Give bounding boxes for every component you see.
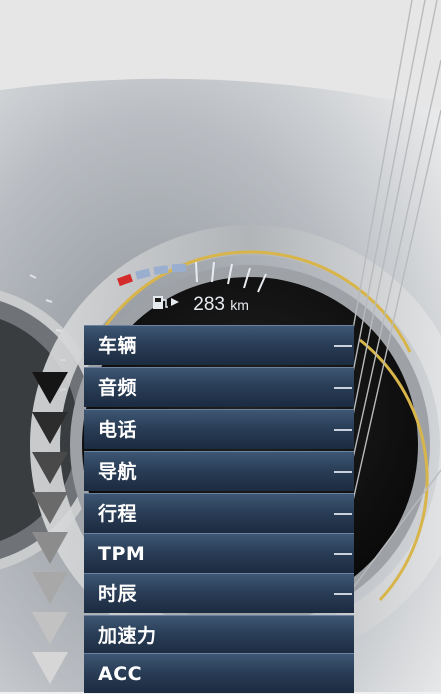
menu-item-label: ACC xyxy=(98,663,143,685)
fuel-range-readout: 283 km xyxy=(152,292,249,318)
menu-item-audio[interactable]: 音频 xyxy=(84,367,354,407)
menu-item-label: 行程 xyxy=(98,503,138,525)
callout-tick xyxy=(334,513,352,515)
menu-item-phone[interactable]: 电话 xyxy=(84,409,354,449)
range-value: 283 xyxy=(193,294,225,316)
menu-item-label: 导航 xyxy=(98,461,138,483)
menu-item-clock[interactable]: 时辰 xyxy=(84,573,354,613)
menu-item-trip[interactable]: 行程 xyxy=(84,493,354,533)
menu-item-acc[interactable]: ACC xyxy=(84,653,354,693)
menu-item-label: 电话 xyxy=(98,419,138,441)
menu-item-label: 音频 xyxy=(98,377,138,399)
menu-item-label: TPM xyxy=(98,543,146,565)
callout-tick xyxy=(334,593,352,595)
callout-tick xyxy=(334,429,352,431)
menu-item-vehicle[interactable]: 车辆 xyxy=(84,325,354,365)
menu-item-navigation[interactable]: 导航 xyxy=(84,451,354,491)
range-unit: km xyxy=(230,297,249,314)
menu-item-g-force[interactable]: 加速力 xyxy=(84,615,354,655)
menu-item-label: 时辰 xyxy=(98,583,138,605)
menu-item-label: 加速力 xyxy=(98,625,157,647)
callout-tick xyxy=(334,345,352,347)
callout-tick xyxy=(334,387,352,389)
instrument-cluster-illustration: 283 km 车辆 音频 电话 导航 行程 TPM 时辰 加速力 ACC xyxy=(0,0,441,693)
menu-item-tpm[interactable]: TPM xyxy=(84,533,354,573)
callout-tick xyxy=(334,553,352,555)
fuel-pump-icon xyxy=(152,292,182,318)
callout-tick xyxy=(334,471,352,473)
menu-item-label: 车辆 xyxy=(98,335,138,357)
